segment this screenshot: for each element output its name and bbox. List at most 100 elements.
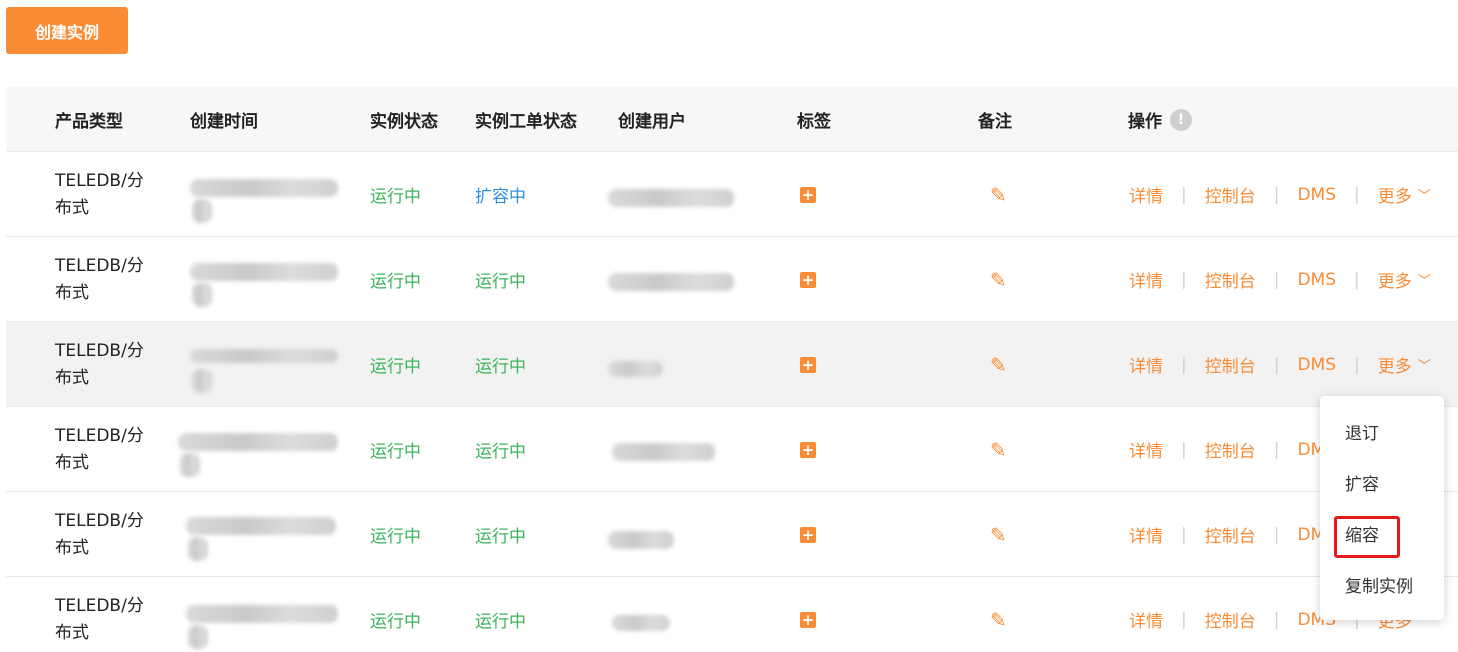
remark-cell: ✎ bbox=[990, 322, 1007, 407]
redacted-create-user bbox=[608, 531, 674, 549]
redacted-create-time-line2 bbox=[188, 537, 208, 561]
redacted-create-time-line2 bbox=[192, 283, 212, 307]
dms-link[interactable]: DMS bbox=[1297, 270, 1336, 290]
create-instance-button[interactable]: 创建实例 bbox=[6, 7, 128, 54]
actions-cell: 详情 | 控制台 | DMS | 更多 ﹀ bbox=[1129, 152, 1449, 237]
divider: | bbox=[1273, 439, 1280, 460]
divider: | bbox=[1273, 524, 1280, 545]
detail-link[interactable]: 详情 bbox=[1129, 607, 1163, 632]
instance-status: 运行中 bbox=[370, 442, 421, 462]
menu-item-copy-instance[interactable]: 复制实例 bbox=[1320, 559, 1444, 610]
chevron-down-icon: ﹀ bbox=[1417, 274, 1431, 289]
redacted-create-time-line2 bbox=[192, 199, 212, 223]
col-tags: 标签 bbox=[797, 112, 831, 132]
redacted-create-user bbox=[612, 615, 670, 631]
divider: | bbox=[1354, 269, 1360, 290]
pencil-icon[interactable]: ✎ bbox=[990, 270, 1007, 290]
product-type-line2: 布式 bbox=[55, 197, 89, 218]
redacted-create-user bbox=[612, 443, 715, 461]
plus-square-icon[interactable]: + bbox=[800, 186, 816, 203]
console-link[interactable]: 控制台 bbox=[1205, 607, 1256, 632]
divider: | bbox=[1181, 609, 1187, 630]
redacted-create-user bbox=[608, 361, 663, 377]
table-row: TELEDB/分 布式 运行中 运行中 + ✎ 详情 | 控制台 | DMS | bbox=[6, 577, 1458, 652]
plus-square-icon[interactable]: + bbox=[800, 271, 816, 288]
product-type-line2: 布式 bbox=[55, 452, 89, 473]
dms-link[interactable]: DMS bbox=[1297, 185, 1336, 205]
more-label: 更多 bbox=[1377, 187, 1412, 207]
pencil-icon[interactable]: ✎ bbox=[990, 610, 1007, 630]
console-link[interactable]: 控制台 bbox=[1205, 437, 1256, 462]
divider: | bbox=[1181, 439, 1187, 460]
col-create-user: 创建用户 bbox=[618, 112, 686, 132]
product-type-line1: TELEDB/分 bbox=[55, 425, 144, 446]
redacted-create-time bbox=[186, 605, 338, 623]
actions-cell: 详情 | 控制台 | DMS | 更多 ﹀ bbox=[1129, 237, 1449, 322]
remark-cell: ✎ bbox=[990, 237, 1007, 322]
remark-cell: ✎ bbox=[990, 492, 1007, 577]
redacted-create-user bbox=[608, 273, 734, 291]
detail-link[interactable]: 详情 bbox=[1129, 182, 1163, 207]
menu-item-scale-down[interactable]: 缩容 bbox=[1320, 508, 1444, 559]
detail-link[interactable]: 详情 bbox=[1129, 522, 1163, 547]
more-dropdown-trigger[interactable]: 更多 ﹀ bbox=[1378, 267, 1431, 292]
more-dropdown-menu: 退订 扩容 缩容 复制实例 bbox=[1320, 396, 1444, 620]
pencil-icon[interactable]: ✎ bbox=[990, 440, 1007, 460]
more-label: 更多 bbox=[1377, 357, 1412, 377]
plus-square-icon[interactable]: + bbox=[800, 441, 816, 458]
console-link[interactable]: 控制台 bbox=[1205, 182, 1256, 207]
instance-status: 运行中 bbox=[370, 612, 421, 632]
product-type-cell: TELEDB/分 布式 bbox=[55, 492, 165, 577]
menu-item-scale-up[interactable]: 扩容 bbox=[1320, 457, 1444, 508]
col-order-status: 实例工单状态 bbox=[475, 112, 577, 132]
product-type-cell: TELEDB/分 布式 bbox=[55, 407, 165, 492]
remark-cell: ✎ bbox=[990, 577, 1007, 652]
order-status: 运行中 bbox=[475, 442, 526, 462]
table-row: TELEDB/分 布式 运行中 运行中 + ✎ 详情 | 控制台 | DMS | bbox=[6, 322, 1458, 407]
product-type-cell: TELEDB/分 布式 bbox=[55, 577, 165, 652]
dms-link[interactable]: DMS bbox=[1297, 355, 1336, 375]
divider: | bbox=[1273, 184, 1280, 205]
console-link[interactable]: 控制台 bbox=[1205, 352, 1256, 377]
divider: | bbox=[1181, 184, 1187, 205]
divider: | bbox=[1181, 269, 1187, 290]
plus-square-icon[interactable]: + bbox=[800, 356, 816, 373]
console-link[interactable]: 控制台 bbox=[1205, 267, 1256, 292]
info-icon[interactable]: ! bbox=[1170, 108, 1192, 131]
plus-square-icon[interactable]: + bbox=[800, 611, 816, 628]
table-header: 产品类型 创建时间 实例状态 实例工单状态 创建用户 标签 备注 操作 ! bbox=[6, 87, 1458, 152]
order-status: 运行中 bbox=[475, 272, 526, 292]
redacted-create-time bbox=[190, 263, 338, 281]
order-status: 运行中 bbox=[475, 612, 526, 632]
chevron-down-icon: ﹀ bbox=[1417, 189, 1431, 204]
detail-link[interactable]: 详情 bbox=[1129, 437, 1163, 462]
col-remark: 备注 bbox=[978, 112, 1012, 132]
menu-item-unsubscribe[interactable]: 退订 bbox=[1320, 406, 1444, 457]
console-link[interactable]: 控制台 bbox=[1205, 522, 1256, 547]
table-row: TELEDB/分 布式 运行中 扩容中 + ✎ 详情 | 控制台 | DMS | bbox=[6, 152, 1458, 237]
remark-cell: ✎ bbox=[990, 407, 1007, 492]
tag-cell: + bbox=[800, 577, 816, 652]
pencil-icon[interactable]: ✎ bbox=[990, 185, 1007, 205]
divider: | bbox=[1181, 354, 1187, 375]
product-type-line1: TELEDB/分 bbox=[55, 510, 144, 531]
instance-status: 运行中 bbox=[370, 272, 421, 292]
redacted-create-user bbox=[608, 189, 734, 207]
redacted-create-time-line2 bbox=[180, 453, 200, 477]
more-dropdown-trigger[interactable]: 更多 ﹀ bbox=[1378, 182, 1431, 207]
redacted-create-time-line2 bbox=[192, 369, 212, 393]
more-dropdown-trigger[interactable]: 更多 ﹀ bbox=[1378, 352, 1431, 377]
detail-link[interactable]: 详情 bbox=[1129, 267, 1163, 292]
product-type-cell: TELEDB/分 布式 bbox=[55, 152, 165, 237]
order-status: 扩容中 bbox=[475, 187, 526, 207]
product-type-line2: 布式 bbox=[55, 282, 89, 303]
detail-link[interactable]: 详情 bbox=[1129, 352, 1163, 377]
plus-square-icon[interactable]: + bbox=[800, 526, 816, 543]
table-row: TELEDB/分 布式 运行中 运行中 + ✎ 详情 | 控制台 | DMS | bbox=[6, 237, 1458, 322]
pencil-icon[interactable]: ✎ bbox=[990, 355, 1007, 375]
pencil-icon[interactable]: ✎ bbox=[990, 525, 1007, 545]
redacted-create-time bbox=[186, 517, 336, 535]
col-create-time: 创建时间 bbox=[190, 112, 258, 132]
product-type-line1: TELEDB/分 bbox=[55, 595, 144, 616]
tag-cell: + bbox=[800, 322, 816, 407]
